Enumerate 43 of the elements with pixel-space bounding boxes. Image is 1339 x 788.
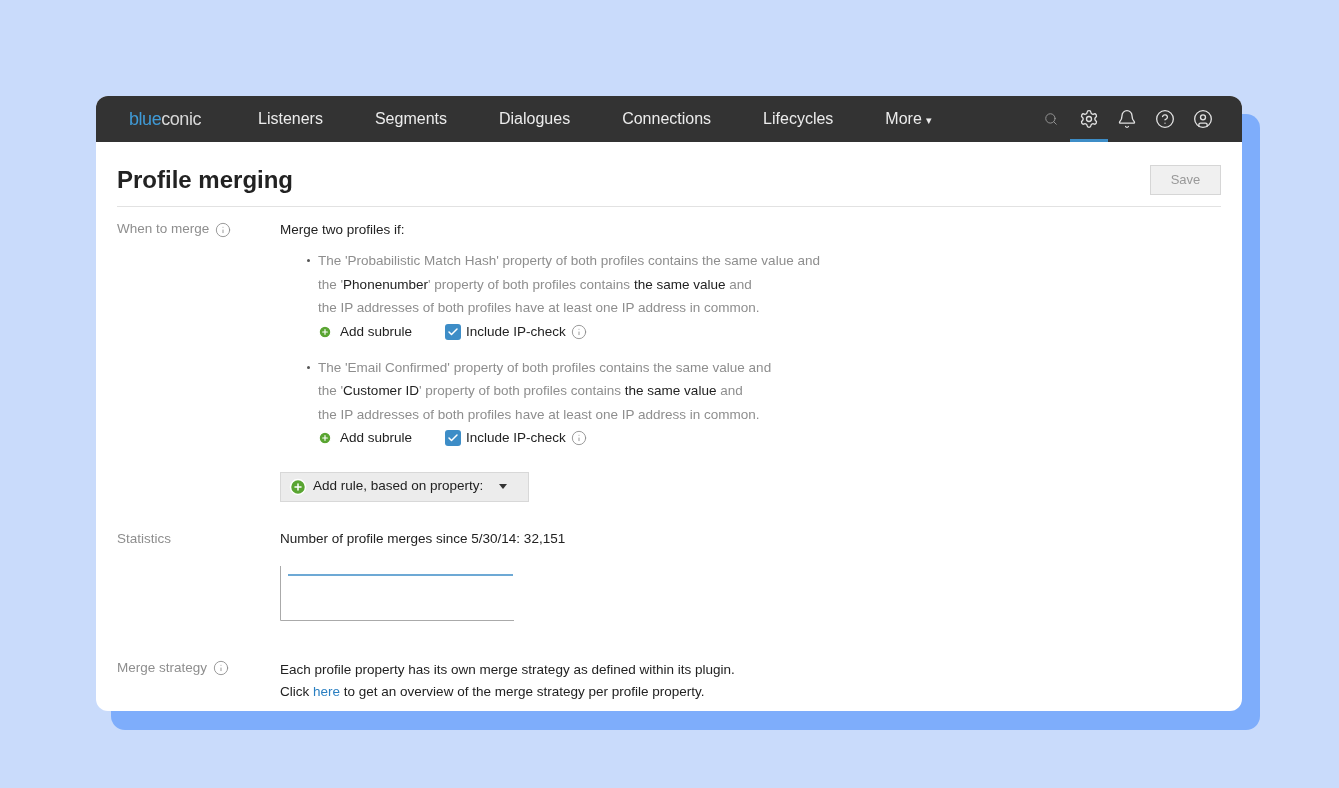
info-icon[interactable]	[213, 660, 230, 677]
nav-link[interactable]: Dialogues	[499, 107, 571, 131]
strategy-text: Each profile property has its own merge strategy as defined within its plugin.	[280, 660, 735, 679]
logo[interactable]: blueconic	[129, 105, 201, 133]
page-title: Profile merging	[117, 165, 294, 195]
nav-link[interactable]: Listeners	[258, 107, 323, 131]
checkbox[interactable]	[445, 430, 462, 447]
bell-icon	[1117, 109, 1137, 129]
info-icon[interactable]	[570, 323, 587, 340]
help-icon	[1155, 109, 1175, 129]
rule-text: The 'Probabilistic Match Hash' property of both profiles contains the same value and the 'Phonenumber' property of both profiles contains the same value and the IP addresses of both profiles have at least one IP address in common.	[318, 252, 820, 317]
add-rule-dropdown[interactable]: Add rule, based on property:	[280, 471, 529, 502]
section-label: When to merge	[117, 220, 210, 239]
statistics-text: Number of profile merges since 5/30/14: 32,151	[280, 529, 566, 548]
info-icon[interactable]	[570, 430, 587, 447]
here-link[interactable]: here	[313, 683, 341, 699]
nav-link[interactable]: Connections	[622, 107, 712, 131]
add-subrule-button[interactable]: Add subrule	[318, 321, 413, 342]
ip-check-checkbox[interactable]: Include IP-check	[445, 428, 566, 449]
plus-icon	[318, 324, 332, 339]
checkbox-label: Include IP-check	[466, 429, 566, 448]
caret-icon	[499, 484, 508, 489]
settings-icon	[1079, 109, 1099, 129]
plus-icon	[289, 477, 307, 496]
checkbox[interactable]	[445, 323, 462, 340]
search-icon	[1044, 112, 1058, 126]
user-icon	[1193, 109, 1213, 129]
section-label: Merge strategy	[117, 659, 208, 678]
section-label: Statistics	[117, 529, 172, 548]
check-icon	[447, 325, 460, 338]
nav-link[interactable]: More ▾	[885, 107, 932, 131]
nav-link[interactable]: Segments	[374, 107, 447, 131]
section-intro: Merge two profiles if:	[280, 221, 406, 239]
ip-check-checkbox[interactable]: Include IP-check	[445, 321, 566, 342]
bullet-icon	[307, 259, 310, 262]
plus-icon	[318, 431, 332, 446]
nav-link[interactable]: Lifecycles	[763, 107, 834, 131]
bullet-icon	[307, 365, 310, 369]
checkbox-label: Include IP-check	[466, 322, 566, 341]
rule-text: The 'Email Confirmed' property of both profiles contains the same value and the 'Customer ID' property of both profiles contains the same value and the IP addresses of both profiles have at least one IP address in common.	[318, 358, 772, 424]
strategy-link-text: Click here to get an overview of the merge strategy per profile property.	[280, 682, 706, 701]
add-subrule-button[interactable]: Add subrule	[318, 428, 413, 449]
info-icon[interactable]	[215, 221, 232, 238]
